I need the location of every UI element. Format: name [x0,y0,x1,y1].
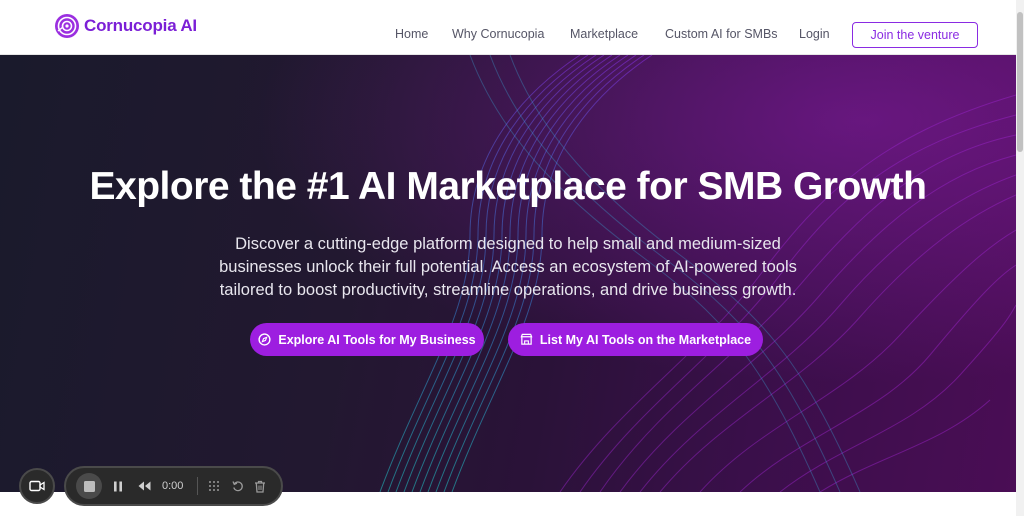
recorder-delete-button[interactable] [252,468,268,504]
recorder-divider [197,477,198,495]
list-ai-tools-button[interactable]: List My AI Tools on the Marketplace [508,323,763,356]
nav-login[interactable]: Login [799,27,830,41]
hero-description-line: businesses unlock their full potential. … [219,258,797,276]
nav-custom-ai[interactable]: Custom AI for SMBs [665,27,778,41]
recorder-grid-button[interactable] [206,468,222,504]
recorder-timer: 0:00 [162,480,184,492]
grid-icon [209,481,219,491]
camera-icon [29,480,45,492]
scrollbar-thumb[interactable] [1017,12,1023,152]
explore-ai-tools-button[interactable]: Explore AI Tools for My Business [250,323,484,356]
nav-home[interactable]: Home [395,27,428,41]
explore-ai-tools-label: Explore AI Tools for My Business [278,332,476,347]
storefront-icon [520,333,533,346]
hero-description-line: Discover a cutting-edge platform designe… [235,235,781,253]
hero-description-line: tailored to boost productivity, streamli… [219,281,797,299]
rewind-icon [138,481,150,491]
stop-icon [83,480,95,492]
hero-section: Explore the #1 AI Marketplace for SMB Gr… [0,55,1016,492]
recorder-camera-button[interactable] [19,468,55,504]
recorder-stop-button[interactable] [76,473,102,499]
restart-icon [232,481,243,492]
compass-icon [258,333,271,346]
brand-logo-link[interactable]: Cornucopia AI [54,14,197,39]
hero-description: Discover a cutting-edge platform designe… [190,233,826,302]
join-venture-button[interactable]: Join the venture [852,22,978,48]
hero-title: Explore the #1 AI Marketplace for SMB Gr… [89,165,927,208]
nav-marketplace[interactable]: Marketplace [570,27,638,41]
top-navbar: Cornucopia AI Home Why Cornucopia Market… [0,0,1016,55]
trash-icon [255,480,265,493]
recorder-rewind-button[interactable] [135,468,153,504]
pause-icon [114,481,122,491]
page-scrollbar[interactable] [1016,0,1024,516]
recorder-pause-button[interactable] [110,468,126,504]
nav-why-cornucopia[interactable]: Why Cornucopia [452,27,544,41]
recorder-restart-button[interactable] [230,468,246,504]
recorder-toolbar: 0:00 [64,466,283,506]
brand-name: Cornucopia AI [84,16,197,35]
list-ai-tools-label: List My AI Tools on the Marketplace [539,332,752,347]
cornucopia-logo-icon [55,14,79,38]
